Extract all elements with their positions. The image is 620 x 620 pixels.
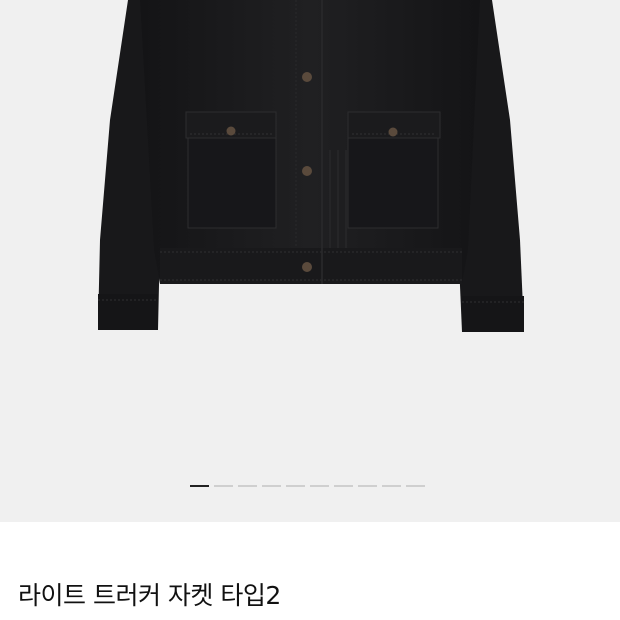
carousel-indicator[interactable]: [190, 485, 209, 487]
product-image-carousel[interactable]: [0, 0, 620, 522]
carousel-indicator[interactable]: [214, 485, 233, 487]
product-info: 라이트 트러커 자켓 타입2: [0, 522, 620, 620]
carousel-indicator[interactable]: [358, 485, 377, 487]
carousel-indicator[interactable]: [406, 485, 425, 487]
carousel-indicator[interactable]: [334, 485, 353, 487]
carousel-indicator[interactable]: [382, 485, 401, 487]
carousel-indicator[interactable]: [238, 485, 257, 487]
carousel-pagination: [190, 485, 425, 487]
product-title: 라이트 트러커 자켓 타입2: [18, 581, 281, 610]
product-image: [98, 0, 524, 332]
carousel-indicator[interactable]: [286, 485, 305, 487]
carousel-indicator[interactable]: [310, 485, 329, 487]
carousel-indicator[interactable]: [262, 485, 281, 487]
